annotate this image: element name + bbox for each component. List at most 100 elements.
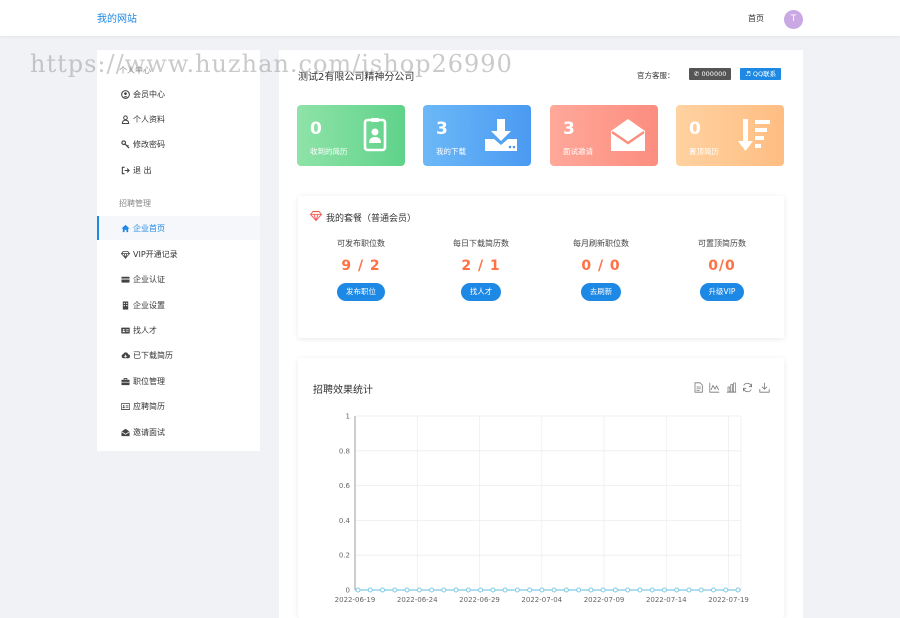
- sidebar-item-label: 应聘简历: [133, 402, 165, 411]
- sidebar-item-vip-records[interactable]: VIP开通记录: [97, 242, 260, 266]
- x-tick-label: 2022-07-09: [584, 596, 625, 604]
- package-column-value: 9 / 2: [341, 258, 381, 274]
- x-tick-label: 2022-07-19: [708, 596, 749, 604]
- sidebar-item-label: 邀请面试: [133, 428, 165, 437]
- sidebar-item-member-center[interactable]: 会员中心: [97, 82, 260, 106]
- data-point: [661, 587, 667, 593]
- data-point: [478, 587, 484, 593]
- envelope-open-icon: [121, 428, 130, 437]
- data-point: [600, 587, 606, 593]
- y-tick-label: 0.4: [339, 517, 351, 525]
- chart-plot: 00.20.40.60.81 2022-06-19 2022-06-24 2022-…: [335, 413, 749, 605]
- cloud-download-icon: [121, 351, 131, 360]
- stat-card-resumes-received[interactable]: 0 收到的简历: [297, 105, 405, 166]
- stat-value: 3: [563, 119, 575, 139]
- stat-card-my-downloads[interactable]: 3 我的下载: [423, 105, 531, 166]
- sidebar-item-company-settings[interactable]: 企业设置: [97, 293, 260, 317]
- sidebar-item-label: 退 出: [133, 166, 152, 175]
- x-tick-label: 2022-06-19: [335, 596, 376, 604]
- id-card-icon: [363, 118, 387, 152]
- company-name: 测试2有限公司精神分公司: [298, 72, 415, 83]
- stat-value: 0: [310, 119, 322, 139]
- sidebar-item-applications[interactable]: 应聘简历: [97, 394, 260, 418]
- chart-y-axis: 0 0.2 0.4 0.6 0.8 1: [339, 413, 351, 595]
- y-tick-label: 0: [346, 587, 350, 595]
- sidebar-item-label: 会员中心: [133, 90, 165, 99]
- data-point: [625, 587, 631, 593]
- sidebar-item-logout[interactable]: 退 出: [97, 158, 260, 182]
- find-talent-button[interactable]: 找人才: [460, 283, 502, 301]
- data-point: [563, 587, 569, 593]
- package-column-downloads: 每日下载简历数 2 / 1 找人才: [421, 238, 541, 301]
- sidebar-item-label: 修改密码: [133, 140, 165, 149]
- x-tick-label: 2022-07-04: [521, 596, 562, 604]
- sidebar-item-company-auth[interactable]: 企业认证: [97, 267, 260, 291]
- package-column-title: 可发布职位数: [337, 239, 385, 248]
- package-column-title: 可置顶简历数: [698, 239, 746, 248]
- address-card-icon: [121, 326, 130, 335]
- sidebar-item-label: 企业设置: [133, 301, 165, 310]
- nav-home-link[interactable]: 首页: [748, 13, 764, 24]
- data-point: [612, 587, 618, 593]
- data-point: [355, 587, 361, 593]
- top-navbar: 我的网站 首页 T: [0, 0, 900, 36]
- data-point: [649, 587, 655, 593]
- sidebar-item-downloaded-resumes[interactable]: 已下载简历: [97, 343, 260, 367]
- data-point: [441, 587, 447, 593]
- sort-amount-icon: [738, 119, 770, 151]
- diamond-icon: [310, 211, 322, 221]
- data-point: [637, 587, 643, 593]
- user-icon: [121, 115, 130, 125]
- refresh-button[interactable]: 去刷新: [580, 283, 622, 301]
- stat-label: 置顶简历: [689, 147, 719, 156]
- sidebar-item-job-management[interactable]: 职位管理: [97, 369, 260, 393]
- upgrade-vip-button[interactable]: 升级VIP: [699, 283, 745, 301]
- sidebar-item-find-talent[interactable]: 找人才: [97, 318, 260, 342]
- sidebar-section-personal: 个人中心: [119, 66, 151, 75]
- service-phone-badge[interactable]: ✆ 000000: [689, 68, 732, 80]
- data-point: [429, 587, 435, 593]
- sidebar-item-label: 职位管理: [133, 377, 165, 386]
- user-avatar[interactable]: T: [784, 10, 803, 29]
- data-point: [502, 587, 508, 593]
- chart-grid: [354, 415, 742, 591]
- data-point: [367, 587, 373, 593]
- download-icon: [485, 119, 517, 151]
- sidebar-item-label: 个人资料: [133, 115, 165, 124]
- stat-label: 我的下载: [436, 147, 466, 156]
- stat-value: 0: [689, 119, 701, 139]
- site-brand-link[interactable]: 我的网站: [97, 10, 137, 25]
- home-icon: [121, 224, 130, 233]
- package-column-jobs: 可发布职位数 9 / 2 发布职位: [301, 238, 421, 301]
- chart-card: 招聘效果统计 0 0.2 0.4 0.6 0.8 1 2022-06-19 2022-06-: [298, 358, 784, 618]
- publish-job-button[interactable]: 发布职位: [337, 283, 385, 301]
- data-point: [723, 587, 729, 593]
- bell-icon: ♬: [745, 70, 751, 78]
- y-tick-label: 0.8: [339, 447, 350, 455]
- sidebar-item-company-home[interactable]: 企业首页: [97, 216, 260, 240]
- sidebar-item-invite-interview[interactable]: 邀请面试: [97, 420, 260, 444]
- qq-contact-button[interactable]: ♬ QQ联系: [740, 68, 782, 80]
- stat-label: 收到的简历: [310, 147, 348, 156]
- sidebar-item-profile[interactable]: 个人资料: [97, 107, 260, 131]
- package-column-title: 每月刷新职位数: [573, 239, 629, 248]
- stat-card-interview-invites[interactable]: 3 面试邀请: [550, 105, 658, 166]
- data-point: [686, 587, 692, 593]
- y-tick-label: 0.2: [339, 552, 350, 560]
- diamond-icon: [120, 250, 131, 260]
- user-circle-icon: [121, 90, 130, 99]
- package-column-title: 每日下载简历数: [453, 239, 509, 248]
- data-point: [527, 587, 533, 593]
- service-label: 官方客服：: [637, 71, 675, 80]
- sidebar-item-change-password[interactable]: 修改密码: [97, 132, 260, 156]
- x-tick-label: 2022-06-29: [459, 596, 500, 604]
- stat-label: 面试邀请: [563, 147, 593, 156]
- data-point: [416, 587, 422, 593]
- data-point: [392, 587, 398, 593]
- data-point: [551, 587, 557, 593]
- building-icon: [121, 301, 130, 310]
- y-tick-label: 0.6: [339, 482, 351, 490]
- stat-card-top-resumes[interactable]: 0 置顶简历: [676, 105, 784, 166]
- data-point: [735, 587, 741, 593]
- data-point: [539, 587, 545, 593]
